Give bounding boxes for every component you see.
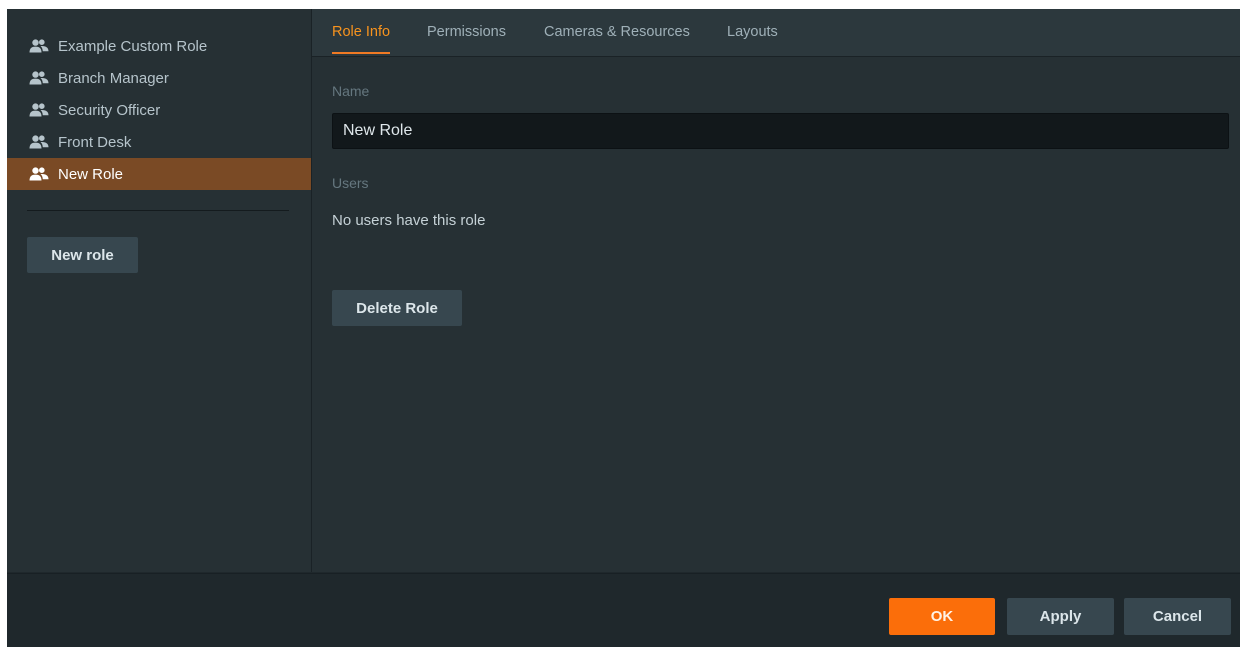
role-item-label: Front Desk xyxy=(58,133,132,151)
role-item-label: Security Officer xyxy=(58,101,161,119)
users-icon xyxy=(29,39,49,53)
ok-button[interactable]: OK xyxy=(889,598,995,635)
users-icon xyxy=(29,103,49,117)
role-item-security-officer[interactable]: Security Officer xyxy=(7,94,311,126)
apply-button[interactable]: Apply xyxy=(1007,598,1114,635)
role-item-front-desk[interactable]: Front Desk xyxy=(7,126,311,158)
role-item-label: New Role xyxy=(58,165,124,183)
role-name-input[interactable] xyxy=(332,113,1229,149)
roles-dialog: Example Custom Role Branch Manager Secur… xyxy=(7,9,1240,647)
role-item-new-role[interactable]: New Role xyxy=(7,158,311,190)
tab-permissions[interactable]: Permissions xyxy=(427,9,506,56)
sidebar-divider xyxy=(27,210,289,211)
users-label: Users xyxy=(332,175,369,191)
roles-sidebar: Example Custom Role Branch Manager Secur… xyxy=(7,9,312,572)
delete-role-button[interactable]: Delete Role xyxy=(332,290,462,326)
role-list: Example Custom Role Branch Manager Secur… xyxy=(7,30,311,190)
users-empty-text: No users have this role xyxy=(332,212,486,229)
role-item-example-custom-role[interactable]: Example Custom Role xyxy=(7,30,311,62)
role-item-label: Example Custom Role xyxy=(58,37,208,55)
tab-layouts[interactable]: Layouts xyxy=(727,9,778,56)
new-role-button[interactable]: New role xyxy=(27,237,138,273)
tab-cameras-resources[interactable]: Cameras & Resources xyxy=(544,9,690,56)
tab-bar: Role Info Permissions Cameras & Resource… xyxy=(312,9,1240,57)
role-info-panel: Name Users No users have this role Delet… xyxy=(312,57,1240,572)
tab-role-info[interactable]: Role Info xyxy=(332,9,391,56)
users-icon xyxy=(29,135,49,149)
cancel-button[interactable]: Cancel xyxy=(1124,598,1231,635)
users-icon xyxy=(29,71,49,85)
role-item-label: Branch Manager xyxy=(58,69,169,87)
name-label: Name xyxy=(332,83,370,99)
role-item-branch-manager[interactable]: Branch Manager xyxy=(7,62,311,94)
users-icon xyxy=(29,167,49,181)
dialog-footer: OK Apply Cancel xyxy=(7,573,1240,647)
